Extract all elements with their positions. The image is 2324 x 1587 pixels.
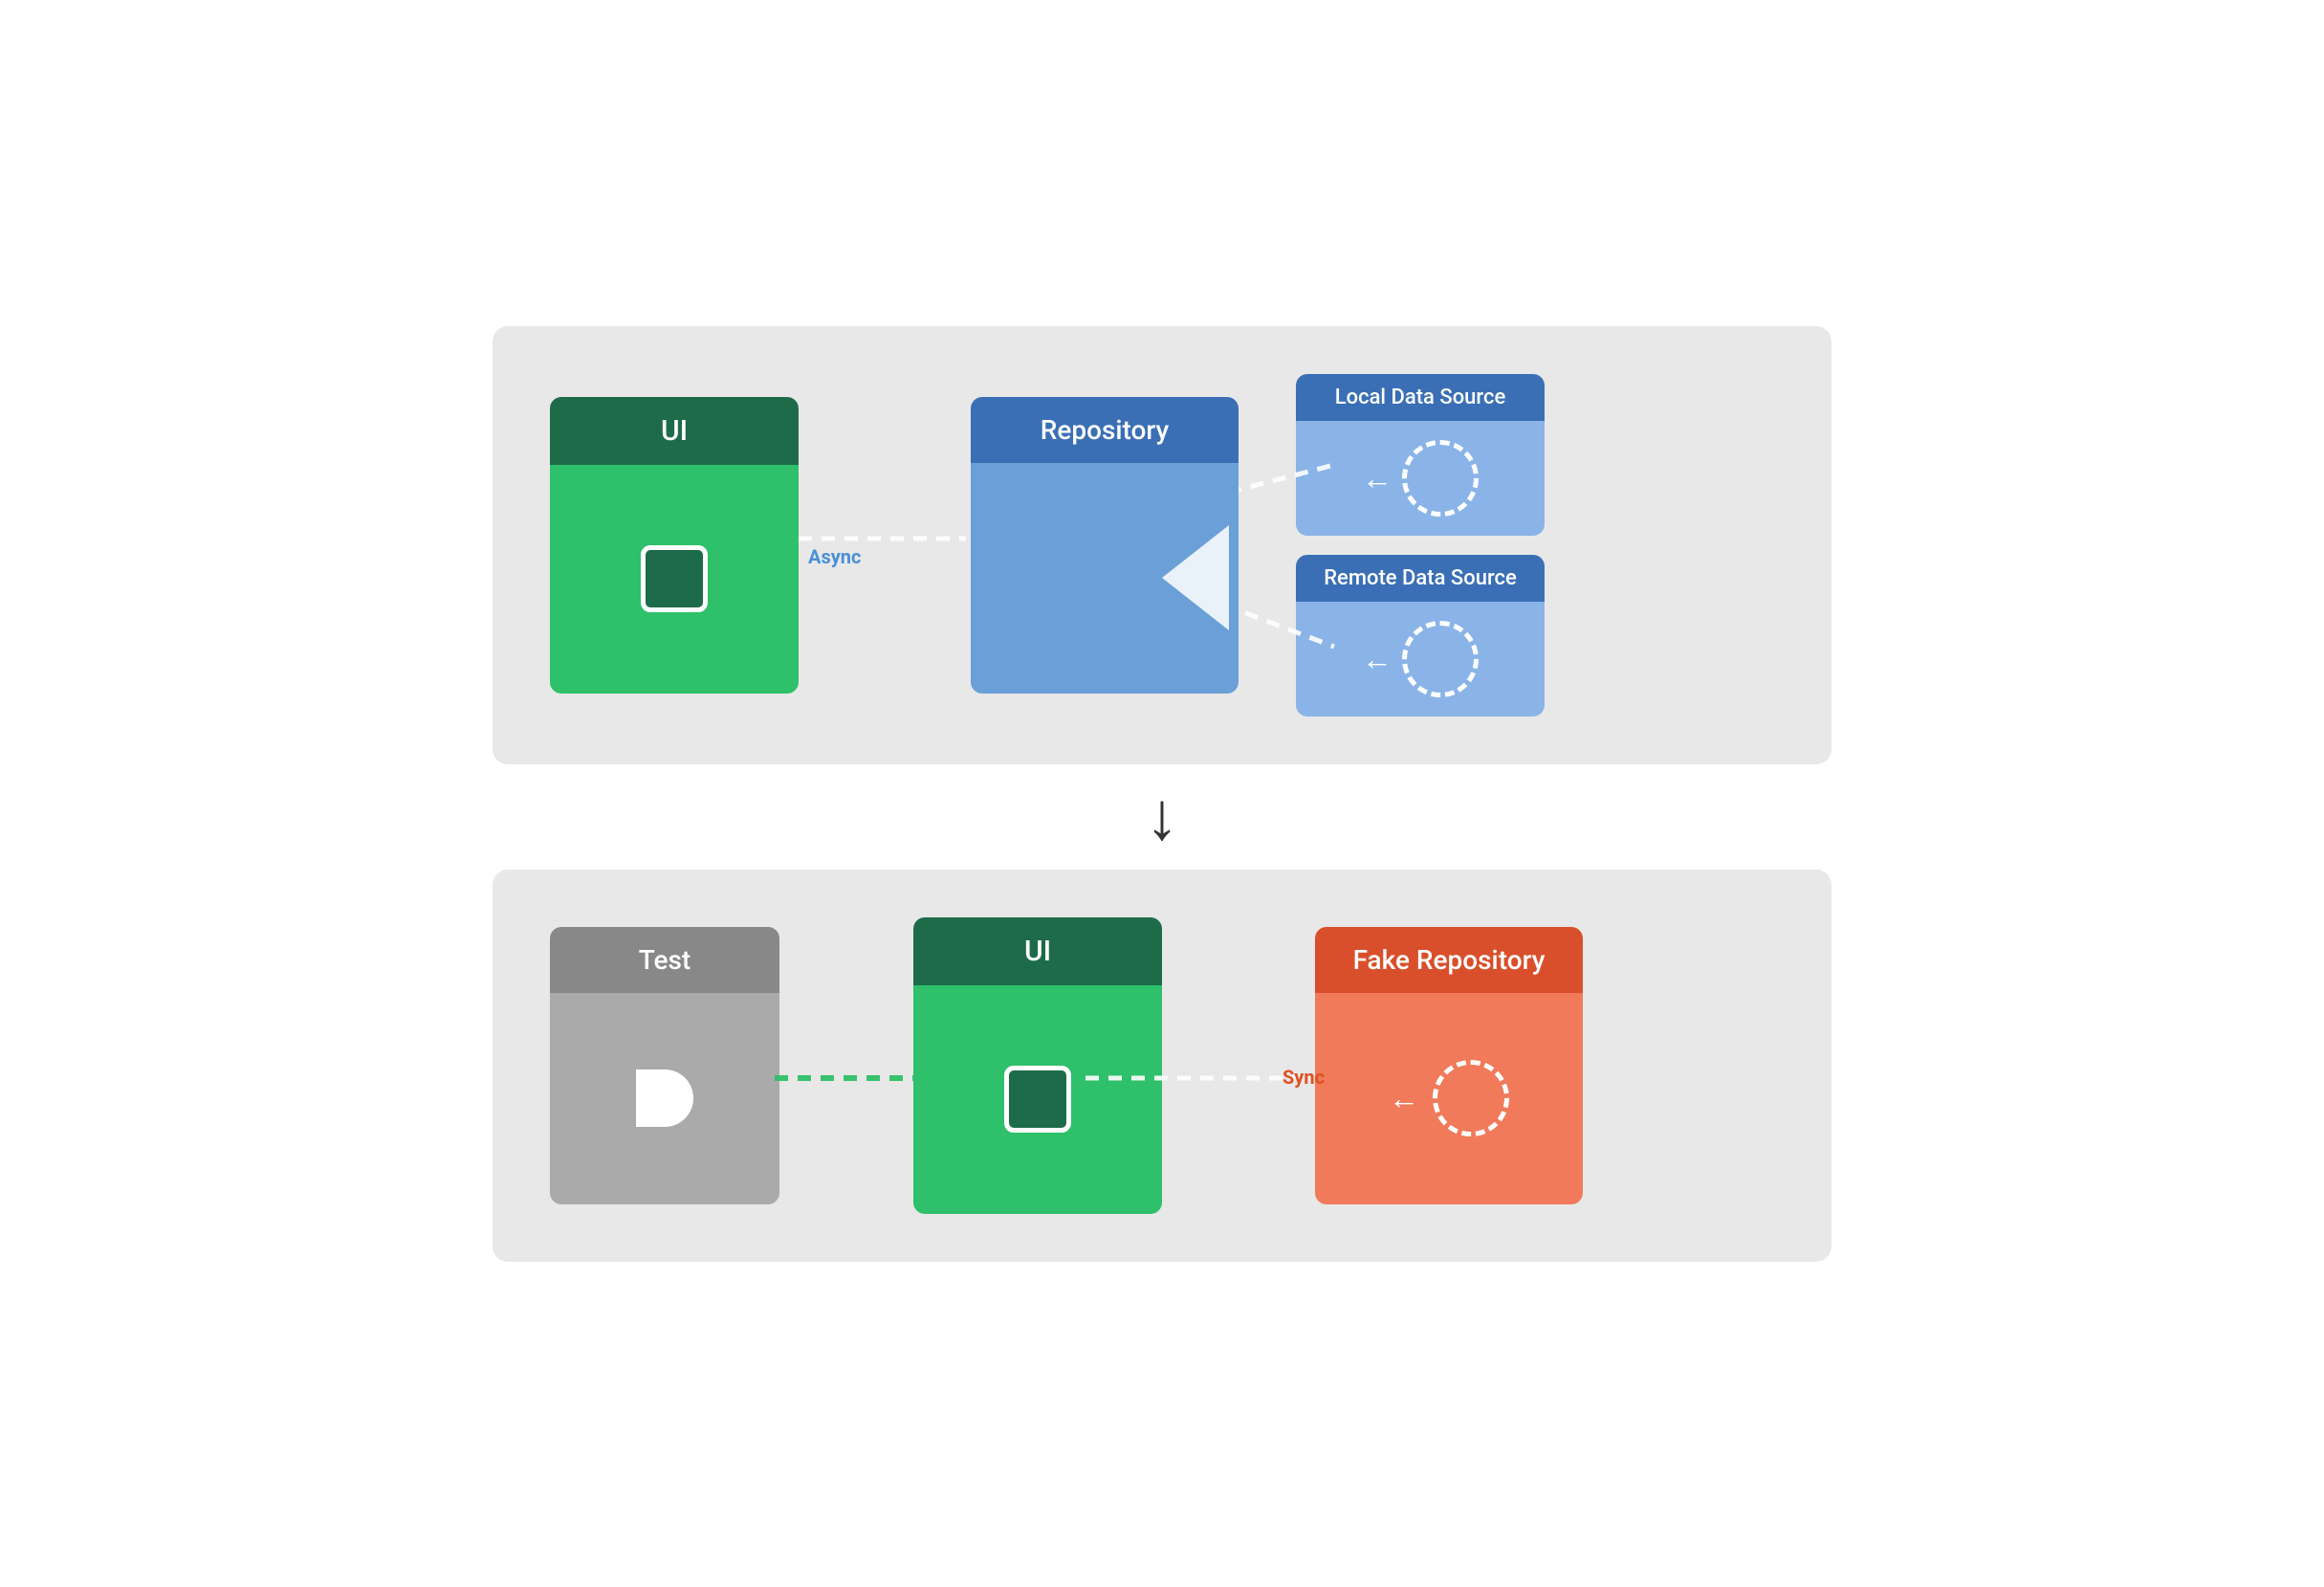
fake-repo-circle [1433,1060,1509,1136]
repo-block: Repository [971,397,1239,694]
ui-icon-bottom [1004,1066,1071,1133]
ui-block-bottom-body [913,985,1162,1214]
fake-repo-arrow-icon: ← [1389,1080,1419,1116]
test-block: Test [550,927,779,1204]
fake-repo-body: ← [1315,993,1583,1204]
right-sources: Local Data Source ← Remote Data Source ← [1296,374,1545,716]
ui-block-bottom: UI [913,917,1162,1214]
ui-icon-top [641,545,708,612]
repo-block-header: Repository [971,397,1239,463]
remote-source-arrow-icon: ← [1362,641,1392,677]
bottom-diagram: Test UI Sync Fake Repository ← [493,870,1831,1262]
sync-label: Sync [1283,1066,1325,1089]
down-arrow: ↓ [1146,783,1179,850]
repo-block-body [971,463,1239,694]
test-block-header: Test [550,927,779,993]
remote-source-circle [1402,621,1479,697]
triangle-arrow-icon [1162,525,1229,630]
remote-data-source-body: ← [1296,602,1545,716]
local-data-source-header: Local Data Source [1296,374,1545,421]
fake-repo-block: Fake Repository ← [1315,927,1583,1204]
ui-block-bottom-header: UI [913,917,1162,985]
local-data-source-block: Local Data Source ← [1296,374,1545,536]
ui-block-top: UI [550,397,799,694]
main-diagram-container: UI Async Repository Local Data Source ← [493,326,1831,1262]
async-label: Async [808,545,861,568]
test-block-body [550,993,779,1204]
remote-data-source-header: Remote Data Source [1296,555,1545,602]
remote-data-source-block: Remote Data Source ← [1296,555,1545,716]
ui-block-top-body [550,465,799,694]
fake-repo-header: Fake Repository [1315,927,1583,993]
local-data-source-body: ← [1296,421,1545,536]
local-source-arrow-icon: ← [1362,460,1392,496]
top-diagram: UI Async Repository Local Data Source ← [493,326,1831,764]
local-source-circle [1402,440,1479,517]
plug-icon [636,1069,693,1127]
ui-block-top-header: UI [550,397,799,465]
